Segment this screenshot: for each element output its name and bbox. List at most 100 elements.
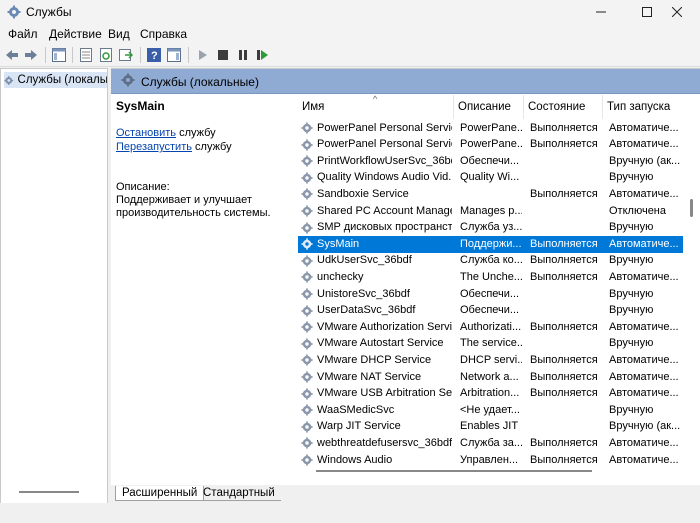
minimize-icon: [596, 11, 606, 13]
close-button[interactable]: [654, 0, 700, 24]
table-row[interactable]: VMware Autostart Service The service... Вр…: [298, 336, 683, 353]
menu-view[interactable]: Вид: [108, 27, 130, 41]
service-description-cell: Quality Wi...: [460, 171, 520, 184]
service-status-cell: Выполняется: [530, 187, 598, 200]
table-row[interactable]: VMware Authorization Servi... Authorizati…: [298, 319, 683, 336]
table-row[interactable]: VMware NAT Service Network a... Выполняетс…: [298, 369, 683, 386]
back-arrow-icon: [6, 50, 18, 60]
list-vertical-scrollbar[interactable]: [686, 120, 698, 503]
service-gear-icon: [301, 354, 313, 366]
help-button[interactable]: ?: [146, 47, 162, 63]
properties-button[interactable]: [78, 47, 94, 63]
service-gear-icon: [301, 305, 313, 317]
tab-standard[interactable]: Стандартный: [197, 486, 281, 501]
restart-service-button[interactable]: [255, 47, 271, 63]
table-row[interactable]: unchecky The Unche... Выполняется Автоматич…: [298, 269, 683, 286]
table-row[interactable]: PrintWorkflowUserSvc_36bdf Обеспечи... Вру…: [298, 153, 683, 170]
table-row[interactable]: Quality Windows Audio Vid... Quality Wi..…: [298, 170, 683, 187]
service-description-cell: Manages p...: [460, 204, 522, 217]
service-description-cell: Служба уз...: [460, 221, 522, 234]
description-line-2: производительность системы.: [116, 207, 271, 219]
services-list: ^ Имя Описание Состояние Тип запуска Pow…: [298, 94, 700, 503]
service-gear-icon: [301, 404, 313, 416]
refresh-icon: [100, 48, 112, 62]
service-name-cell: VMware Autostart Service: [317, 337, 444, 350]
panel-header-title: Службы (локальные): [141, 75, 259, 89]
table-row[interactable]: webthreatdefusersvc_36bdf Служба за... Вып…: [298, 435, 683, 452]
table-row[interactable]: Warp JIT Service Enables JIT ... Вручную (…: [298, 419, 683, 436]
table-row[interactable]: Shared PC Account Manager Manages p... Отк…: [298, 203, 683, 220]
service-name-cell: unchecky: [317, 270, 364, 283]
service-status-cell: Выполняется: [530, 353, 598, 366]
table-row[interactable]: Sandboxie Service Выполняется Автоматиче..…: [298, 186, 683, 203]
pause-service-button[interactable]: [235, 47, 251, 63]
service-startup-cell: Вручную: [609, 304, 654, 317]
scroll-thumb[interactable]: [690, 199, 693, 217]
menu-action[interactable]: Действие: [49, 27, 102, 41]
stop-icon: [218, 50, 228, 60]
tree-horizontal-scrollbar[interactable]: [19, 491, 79, 493]
menu-bar: Файл Действие Вид Справка: [0, 24, 700, 44]
refresh-button[interactable]: [98, 47, 114, 63]
restart-service-suffix: службу: [191, 141, 232, 153]
menu-file[interactable]: Файл: [8, 27, 38, 41]
table-row[interactable]: VMware DHCP Service DHCP servi... Выполняе…: [298, 352, 683, 369]
svg-text:?: ?: [151, 50, 158, 62]
list-horizontal-scrollbar[interactable]: [298, 466, 683, 476]
service-startup-cell: Вручную: [609, 254, 654, 267]
service-status-cell: Выполняется: [530, 237, 598, 250]
scroll-thumb[interactable]: [316, 470, 592, 472]
service-startup-cell: Автоматиче...: [609, 138, 679, 151]
restart-service-link[interactable]: Перезапустить: [116, 141, 192, 153]
start-service-button[interactable]: [195, 47, 211, 63]
service-status-cell: Выполняется: [530, 121, 598, 134]
service-name-cell: Shared PC Account Manager: [317, 204, 452, 217]
service-startup-cell: Автоматиче...: [609, 270, 679, 283]
column-header-name[interactable]: Имя: [298, 95, 454, 119]
service-description-cell: Служба за...: [460, 436, 522, 449]
toolbar: ?: [0, 44, 700, 67]
show-action-pane-button[interactable]: [166, 47, 182, 63]
export-list-button[interactable]: [118, 47, 134, 63]
services-gear-icon: [4, 75, 14, 85]
service-startup-cell: Автоматиче...: [609, 121, 679, 134]
minimize-button[interactable]: [578, 0, 624, 24]
tab-extended[interactable]: Расширенный: [115, 486, 205, 501]
table-row[interactable]: VMware USB Arbitration Ser... Arbitration…: [298, 386, 683, 403]
table-row[interactable]: WaaSMedicSvc <Не удает... Вручную: [298, 402, 683, 419]
service-name-cell: UdkUserSvc_36bdf: [317, 254, 412, 267]
show-hide-console-tree-button[interactable]: [51, 47, 67, 63]
table-row[interactable]: SMP дисковых пространст... Служба уз... Вр…: [298, 220, 683, 237]
stop-service-button[interactable]: [215, 47, 231, 63]
service-startup-cell: Автоматиче...: [609, 353, 679, 366]
service-startup-cell: Автоматиче...: [609, 237, 679, 250]
table-row[interactable]: SysMain Поддержи... Выполняется Автоматиче.…: [298, 236, 683, 253]
table-row[interactable]: PowerPanel Personal Service PowerPane... В…: [298, 120, 683, 137]
export-icon: [119, 49, 133, 61]
service-gear-icon: [301, 321, 313, 333]
back-button[interactable]: [4, 47, 20, 63]
service-name-cell: PowerPanel Personal Service: [317, 121, 452, 134]
tree-item-services-local[interactable]: Службы (локалы: [4, 72, 107, 88]
table-row[interactable]: PowerPanel Personal Servic... PowerPane..…: [298, 137, 683, 154]
column-header-description[interactable]: Описание: [454, 95, 524, 119]
service-status-cell: Выполняется: [530, 387, 598, 400]
action-pane-icon: [167, 48, 181, 62]
table-row[interactable]: UserDataSvc_36bdf Обеспечи... Вручную: [298, 303, 683, 320]
service-gear-icon: [301, 255, 313, 267]
service-detail-pane: SysMain Остановить службу Перезапустить …: [111, 94, 297, 503]
forward-button[interactable]: [23, 47, 39, 63]
service-description-cell: Обеспечи...: [460, 287, 520, 300]
table-row[interactable]: UnistoreSvc_36bdf Обеспечи... Вручную: [298, 286, 683, 303]
stop-service-link[interactable]: Остановить: [116, 127, 176, 139]
service-status-cell: Выполняется: [530, 453, 598, 466]
menu-help[interactable]: Справка: [140, 27, 187, 41]
column-header-status[interactable]: Состояние: [524, 95, 603, 119]
table-row[interactable]: UdkUserSvc_36bdf Служба ко... Выполняется В…: [298, 253, 683, 270]
service-status-cell: Выполняется: [530, 138, 598, 151]
pause-icon: [239, 50, 247, 60]
service-description-cell: PowerPane...: [460, 138, 522, 151]
service-gear-icon: [301, 222, 313, 234]
toolbar-separator: [188, 47, 189, 63]
column-header-startup-type[interactable]: Тип запуска: [603, 95, 683, 119]
